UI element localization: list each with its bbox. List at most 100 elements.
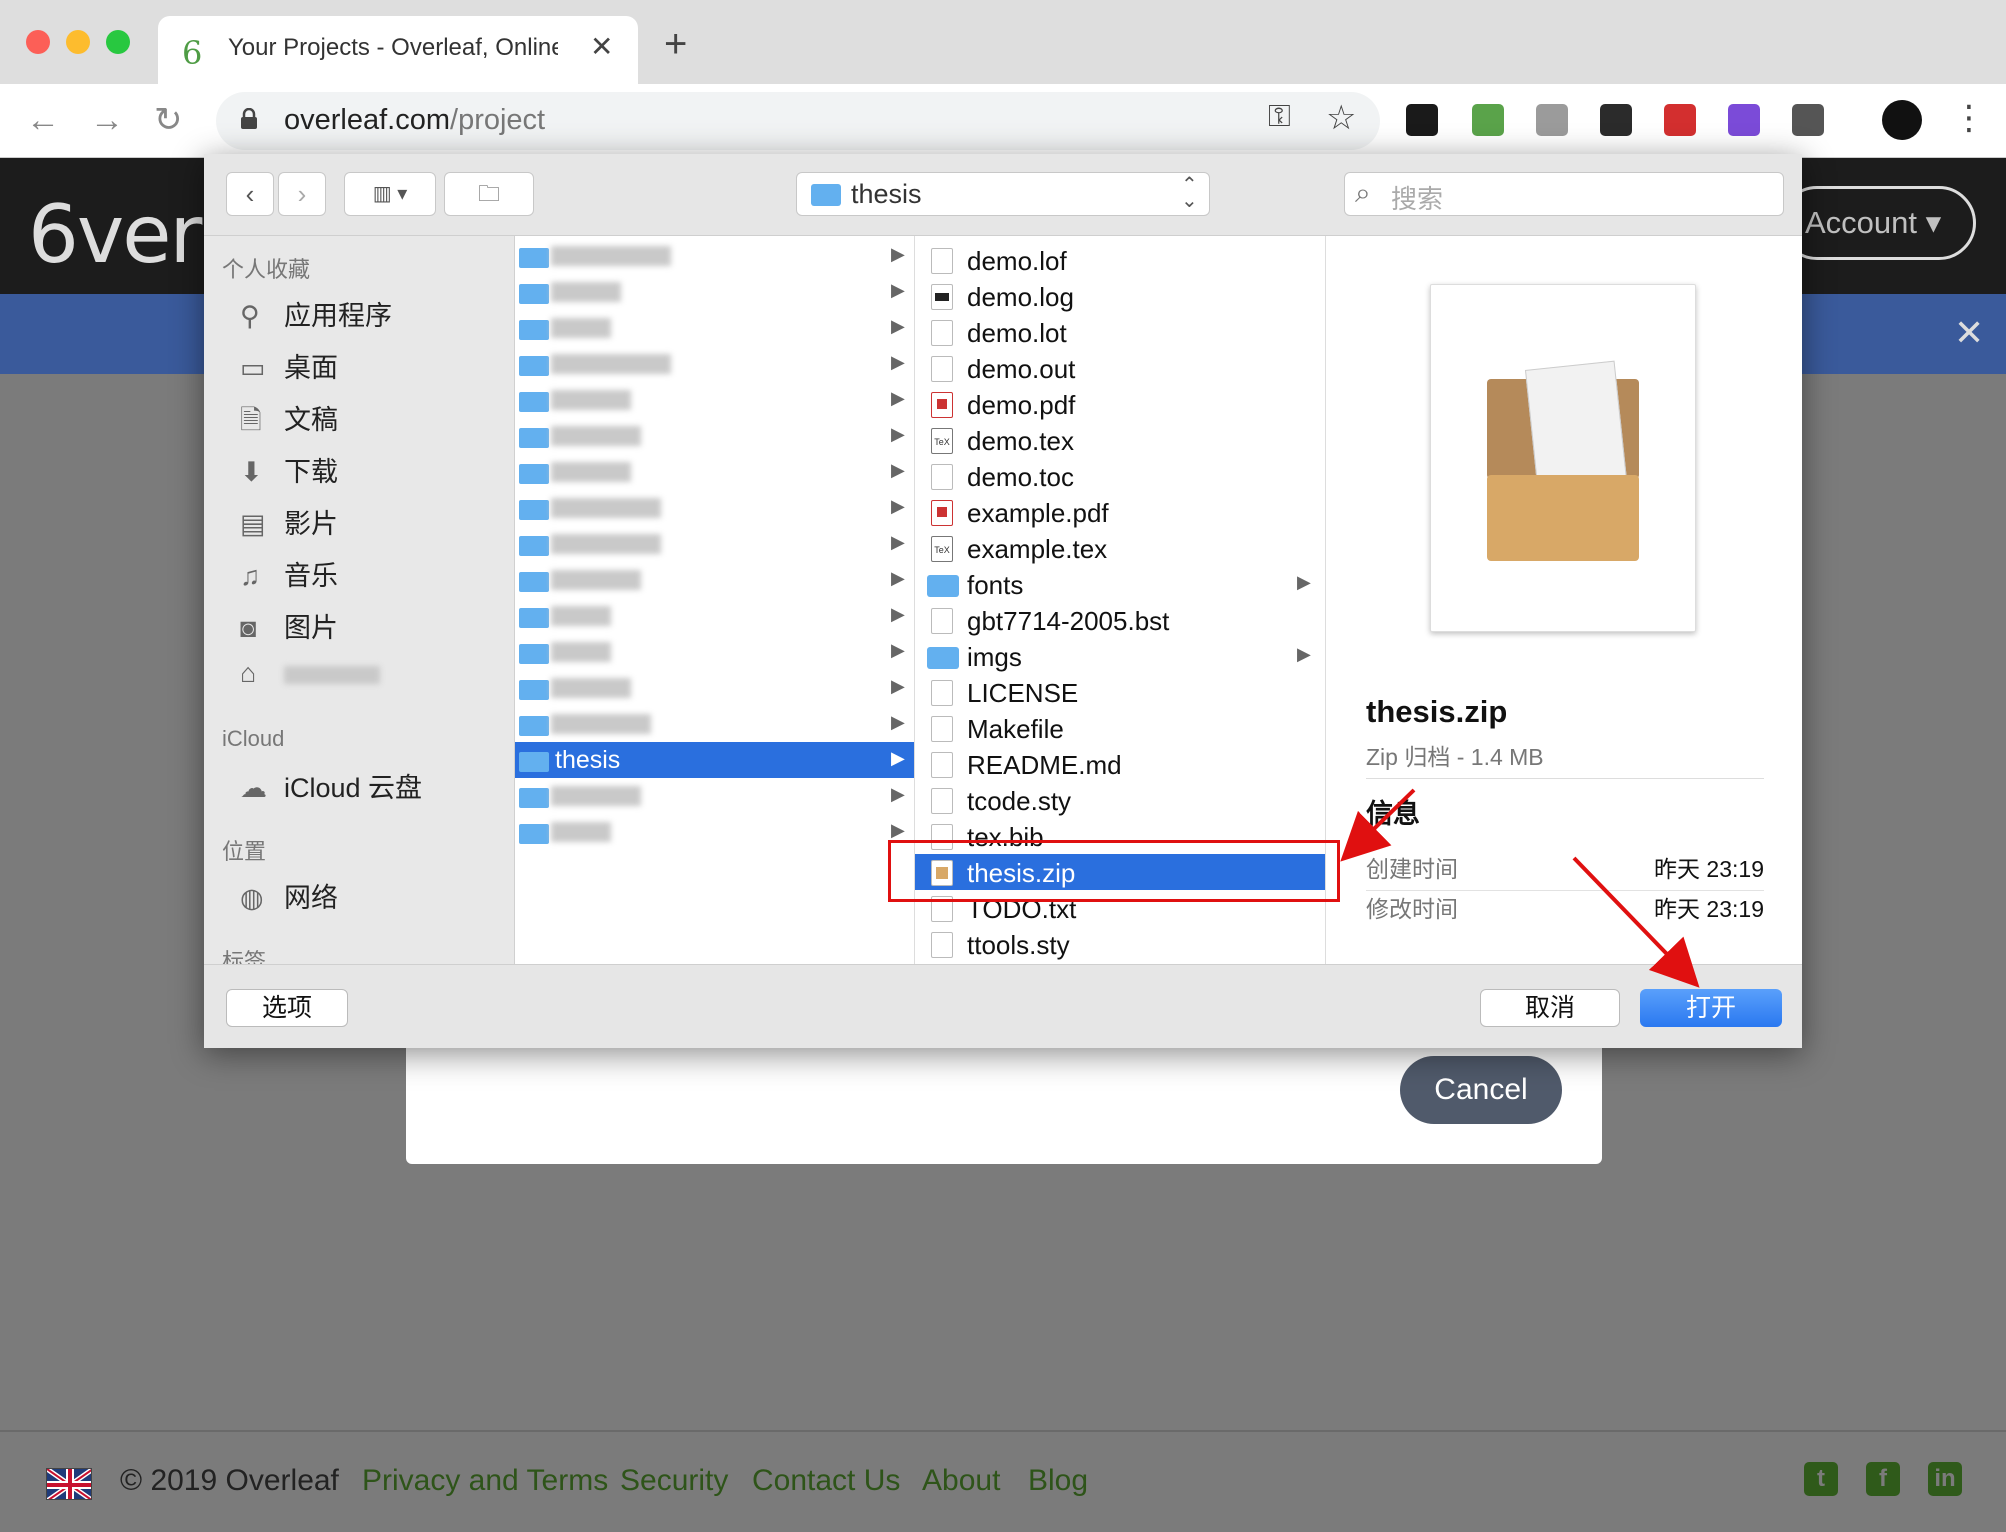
folder-row[interactable]: ▶	[515, 454, 914, 490]
forward-icon[interactable]: →	[90, 100, 124, 140]
folder-row[interactable]: ▶	[515, 346, 914, 382]
file-name: demo.lot	[967, 318, 1067, 348]
folder-icon	[519, 500, 549, 520]
file-row[interactable]: demo.log	[915, 278, 1325, 314]
sidebar-item-pictures[interactable]: ◙ 图片	[240, 606, 338, 645]
folder-row[interactable]: thesis ▶	[515, 742, 914, 778]
options-button[interactable]: 选项	[226, 989, 348, 1027]
disclosure-arrow-icon: ▶	[891, 676, 905, 696]
dialog-back-button[interactable]: ‹	[226, 172, 274, 216]
ext-2-icon[interactable]	[1472, 104, 1504, 136]
folder-row[interactable]: ▶	[515, 814, 914, 850]
sidebar-item-icloud-drive[interactable]: ☁ iCloud 云盘	[240, 766, 422, 805]
browser-tab[interactable]: 6 Your Projects - Overleaf, Online L ✕	[158, 16, 638, 84]
redacted-folder-name	[551, 822, 611, 842]
folder-row[interactable]: ▶	[515, 778, 914, 814]
key-icon[interactable]: ⚿	[1268, 100, 1291, 134]
file-row[interactable]: fonts ▶	[915, 566, 1325, 602]
ext-1-icon[interactable]	[1406, 104, 1438, 136]
sidebar-item-documents[interactable]: 🗎 文稿	[240, 398, 338, 447]
view-mode-button[interactable]: ▥ ▾	[344, 172, 436, 216]
location-popup[interactable]: thesis ⌃ ⌄	[796, 172, 1210, 216]
footer-link-about[interactable]: About	[922, 1464, 1000, 1498]
footer-link-privacy[interactable]: Privacy and Terms	[362, 1464, 608, 1498]
file-row[interactable]: tcode.sty	[915, 782, 1325, 818]
sidebar-item-music[interactable]: ♫ 音乐	[240, 554, 338, 593]
new-folder-button[interactable]: 🗀	[444, 172, 534, 216]
file-row[interactable]: TeX example.tex	[915, 530, 1325, 566]
browser-menu-icon[interactable]: ⋮	[1952, 98, 1986, 138]
footer-link-blog[interactable]: Blog	[1028, 1464, 1088, 1498]
minimize-window-button[interactable]	[66, 30, 90, 54]
ext-7-icon[interactable]	[1792, 104, 1824, 136]
folder-icon	[519, 572, 549, 592]
ext-4-icon[interactable]	[1600, 104, 1632, 136]
file-row[interactable]: Makefile	[915, 710, 1325, 746]
search-field[interactable]: ⌕ 搜索	[1344, 172, 1784, 216]
folder-row[interactable]: ▶	[515, 274, 914, 310]
zip-archive-icon	[1430, 284, 1696, 632]
folder-row[interactable]: ▶	[515, 418, 914, 454]
file-row[interactable]: gbt7714-2005.bst	[915, 602, 1325, 638]
sidebar-item-desktop[interactable]: ▭ 桌面	[240, 346, 338, 385]
zoom-window-button[interactable]	[106, 30, 130, 54]
file-row[interactable]: README.md	[915, 746, 1325, 782]
sidebar-item-network[interactable]: ◍ 网络	[240, 876, 338, 915]
document-icon	[931, 248, 953, 274]
folder-row[interactable]: ▶	[515, 526, 914, 562]
profile-avatar-icon[interactable]	[1882, 100, 1922, 140]
folder-row[interactable]: ▶	[515, 490, 914, 526]
folder-row[interactable]: ▶	[515, 670, 914, 706]
banner-close-icon[interactable]: ✕	[1954, 312, 1984, 354]
file-row[interactable]: ttools.sty	[915, 926, 1325, 962]
modal-cancel-button[interactable]: Cancel	[1400, 1056, 1562, 1124]
new-tab-button[interactable]: +	[664, 24, 687, 64]
file-row[interactable]: demo.out	[915, 350, 1325, 386]
file-row[interactable]: imgs ▶	[915, 638, 1325, 674]
reload-icon[interactable]: ↻	[154, 100, 183, 140]
linkedin-icon[interactable]: in	[1928, 1462, 1962, 1496]
file-row[interactable]: LICENSE	[915, 674, 1325, 710]
file-row[interactable]: demo.pdf	[915, 386, 1325, 422]
file-row[interactable]: demo.toc	[915, 458, 1325, 494]
folder-row[interactable]: ▶	[515, 634, 914, 670]
folder-row[interactable]: ▶	[515, 310, 914, 346]
account-menu-button[interactable]: Account ▾	[1780, 186, 1976, 260]
footer-link-contact[interactable]: Contact Us	[752, 1464, 900, 1498]
folder-row[interactable]: ▶	[515, 598, 914, 634]
tab-close-icon[interactable]: ✕	[590, 30, 613, 63]
cancel-button[interactable]: 取消	[1480, 989, 1620, 1027]
sidebar-item-movies[interactable]: ▤ 影片	[240, 502, 338, 541]
folder-row[interactable]: ▶	[515, 562, 914, 598]
redacted-folder-name	[551, 354, 671, 374]
bookmark-star-icon[interactable]: ☆	[1326, 98, 1356, 138]
ext-5-icon[interactable]	[1664, 104, 1696, 136]
ext-3-icon[interactable]	[1536, 104, 1568, 136]
dialog-forward-button[interactable]: ›	[278, 172, 326, 216]
file-name: demo.pdf	[967, 390, 1076, 420]
pdf-icon	[931, 392, 953, 418]
open-button[interactable]: 打开	[1640, 989, 1782, 1027]
back-icon[interactable]: ←	[26, 100, 60, 140]
footer-link-security[interactable]: Security	[620, 1464, 728, 1498]
twitter-icon[interactable]: t	[1804, 1462, 1838, 1496]
sidebar-item-downloads[interactable]: ⬇ 下载	[240, 450, 338, 489]
sidebar-item-home[interactable]: ⌂	[240, 658, 380, 689]
language-flag-icon[interactable]	[46, 1468, 92, 1500]
file-row[interactable]: demo.lot	[915, 314, 1325, 350]
folder-row[interactable]: ▶	[515, 382, 914, 418]
folder-row[interactable]: ▶	[515, 238, 914, 274]
close-window-button[interactable]	[26, 30, 50, 54]
folder-row[interactable]: ▶	[515, 706, 914, 742]
disclosure-arrow-icon: ▶	[1297, 572, 1311, 592]
disclosure-arrow-icon: ▶	[891, 280, 905, 300]
sidebar-item-applications[interactable]: ⚲ 应用程序	[240, 294, 392, 333]
file-row[interactable]: demo.lof	[915, 242, 1325, 278]
ext-6-icon[interactable]	[1728, 104, 1760, 136]
address-bar[interactable]: overleaf.com/project ⚿ ☆	[216, 92, 1380, 150]
disclosure-arrow-icon: ▶	[891, 784, 905, 804]
disclosure-arrow-icon: ▶	[891, 496, 905, 516]
file-row[interactable]: TeX demo.tex	[915, 422, 1325, 458]
facebook-icon[interactable]: f	[1866, 1462, 1900, 1496]
file-row[interactable]: example.pdf	[915, 494, 1325, 530]
